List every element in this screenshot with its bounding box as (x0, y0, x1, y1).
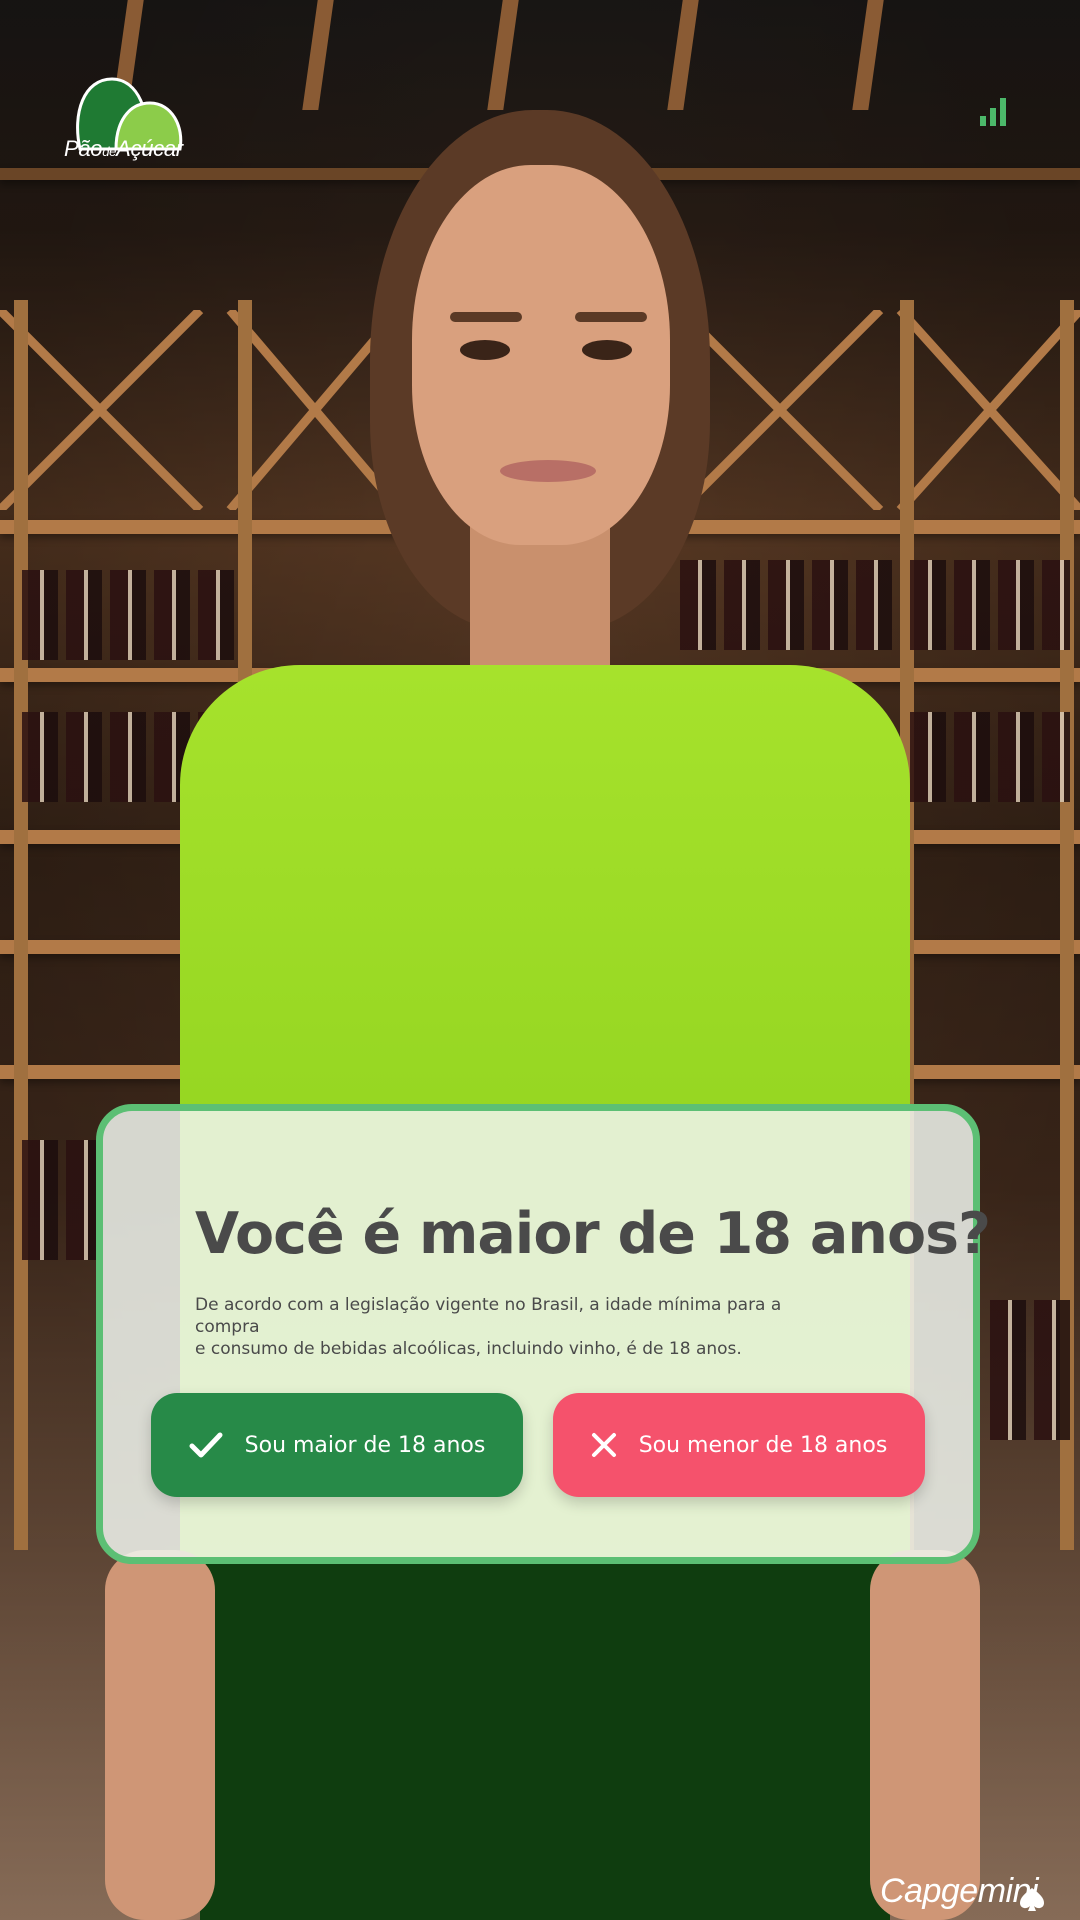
avatar-eye (460, 340, 510, 360)
avatar-brow (450, 312, 522, 322)
avatar-brow (575, 312, 647, 322)
age-verification-dialog: Você é maior de 18 anos? De acordo com a… (96, 1104, 991, 1564)
dialog-description: De acordo com a legislação vigente no Br… (195, 1295, 782, 1359)
capgemini-logo: Capgemini (880, 1872, 1039, 1910)
avatar-pants (200, 1560, 890, 1920)
assistant-avatar (0, 0, 1080, 1920)
checkmark-icon (189, 1432, 223, 1458)
avatar-eye (582, 340, 632, 360)
capgemini-spade-icon (1020, 1888, 1044, 1911)
confirm-adult-label: Sou maior de 18 anos (244, 1432, 486, 1458)
close-icon (591, 1433, 616, 1457)
logo-wordmark: PãodeAçúcar (64, 136, 183, 161)
deny-adult-button[interactable]: Sou menor de 18 anos (553, 1393, 925, 1497)
signal-strength-icon (980, 96, 1010, 126)
avatar-hand (105, 1550, 215, 1920)
deny-adult-label: Sou menor de 18 anos (638, 1432, 888, 1458)
avatar-lips (500, 460, 596, 482)
avatar-face (412, 165, 670, 545)
avatar-hand (870, 1550, 980, 1920)
confirm-adult-button[interactable]: Sou maior de 18 anos (151, 1393, 523, 1497)
dialog-title: Você é maior de 18 anos? (195, 1201, 991, 1267)
